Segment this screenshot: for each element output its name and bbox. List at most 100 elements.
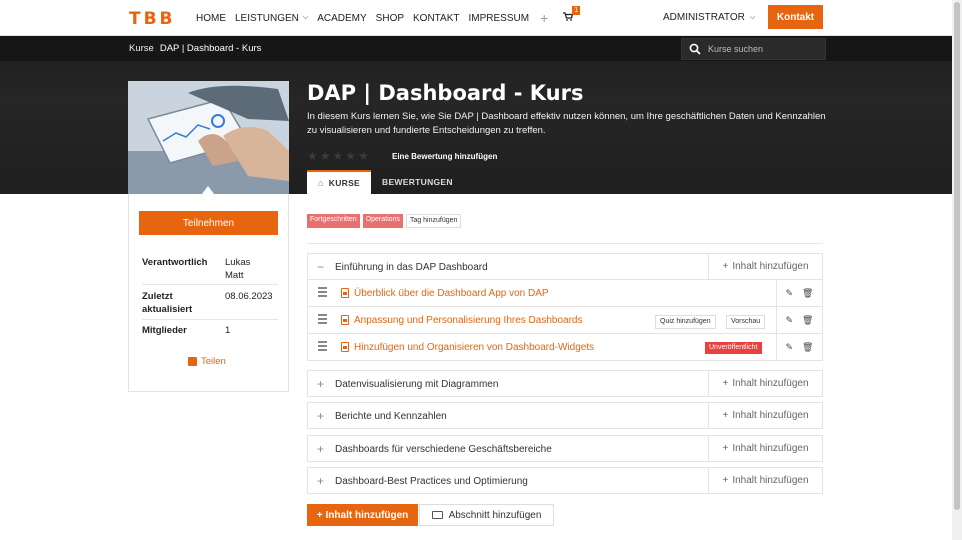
- file-icon: [341, 342, 349, 352]
- add-content-label: Inhalt hinzufügen: [732, 261, 809, 272]
- tab-kurse[interactable]: ⌂ KURSE: [307, 170, 372, 194]
- trash-icon[interactable]: 🗑: [802, 288, 813, 299]
- tab-bewertungen[interactable]: BEWERTUNGEN: [371, 170, 464, 194]
- section-row[interactable]: + Dashboards für verschiedene Geschäftsb…: [307, 435, 823, 462]
- add-tag-button[interactable]: Tag hinzufügen: [405, 214, 462, 228]
- lesson-title[interactable]: Hinzufügen und Organisieren von Dashboar…: [354, 342, 594, 353]
- add-content-button[interactable]: + Inhalt hinzufügen: [708, 371, 822, 396]
- tab-kurse-label: KURSE: [328, 178, 361, 188]
- expand-icon[interactable]: +: [317, 442, 324, 456]
- collapse-icon[interactable]: −: [317, 260, 324, 274]
- file-icon: [341, 288, 349, 298]
- section-row[interactable]: + Berichte und Kennzahlen + Inhalt hinzuf…: [307, 402, 823, 429]
- edit-icon[interactable]: ✎: [786, 315, 794, 326]
- add-quiz-button[interactable]: Quiz hinzufügen: [655, 315, 716, 329]
- preview-badge[interactable]: Vorschau: [726, 315, 766, 329]
- star-icon[interactable]: ★: [358, 149, 369, 163]
- plus-icon[interactable]: +: [540, 10, 548, 26]
- add-content-button[interactable]: + Inhalt hinzufügen: [708, 468, 822, 493]
- drag-handle-icon[interactable]: [318, 287, 327, 299]
- cart-count-badge: 1: [572, 6, 581, 15]
- expand-icon[interactable]: +: [317, 474, 324, 488]
- course-description: In diesem Kurs lernen Sie, wie Sie DAP |…: [307, 111, 826, 136]
- plus-icon: +: [722, 410, 729, 421]
- rating-stars[interactable]: ★ ★ ★ ★ ★: [307, 149, 369, 163]
- breadcrumb-bar: Kurse DAP | Dashboard - Kurs: [0, 36, 952, 61]
- meta-responsible: Verantwortlich Lukas Matt: [142, 256, 278, 282]
- add-rating-link[interactable]: Eine Bewertung hinzufügen: [392, 152, 497, 161]
- top-navbar: TBB HOME LEISTUNGEN ⌵ ACADEMY SHOP KONTAK…: [0, 0, 962, 36]
- add-content-button[interactable]: + Inhalt hinzufügen: [708, 254, 822, 279]
- star-icon[interactable]: ★: [333, 149, 344, 163]
- contact-button[interactable]: Kontakt: [768, 5, 823, 29]
- add-section-button[interactable]: Abschnitt hinzufügen: [419, 504, 554, 526]
- search-icon: [689, 43, 701, 55]
- nav-kontakt-label: KONTAKT: [413, 12, 460, 24]
- nav-impressum[interactable]: IMPRESSUM: [469, 13, 530, 24]
- meta-value: Lukas Matt: [225, 257, 251, 281]
- plus-icon: +: [722, 261, 729, 272]
- nav-home[interactable]: HOME: [196, 13, 226, 24]
- user-name: ADMINISTRATOR: [663, 12, 745, 23]
- star-icon[interactable]: ★: [320, 149, 331, 163]
- user-menu[interactable]: ADMINISTRATOR ⌵: [663, 12, 755, 23]
- section-row[interactable]: − Einführung in das DAP Dashboard + Inhal…: [307, 253, 823, 280]
- nav-shop[interactable]: SHOP: [376, 13, 404, 24]
- nav-academy[interactable]: ACADEMY: [317, 13, 366, 24]
- lesson-actions: ✎ 🗑: [776, 280, 822, 306]
- nav-leistungen[interactable]: LEISTUNGEN ⌵: [235, 13, 308, 24]
- file-icon: [341, 315, 349, 325]
- lesson-title[interactable]: Überblick über die Dashboard App von DAP: [354, 288, 549, 299]
- nav-kontakt[interactable]: KONTAKT: [413, 13, 459, 24]
- course-title: DAP | Dashboard - Kurs: [307, 81, 584, 105]
- plus-icon: +: [316, 509, 323, 521]
- edit-icon[interactable]: ✎: [786, 342, 794, 353]
- add-content-button[interactable]: + Inhalt hinzufügen: [708, 403, 822, 428]
- folder-icon: [431, 511, 443, 519]
- enroll-button[interactable]: Teilnehmen: [139, 211, 278, 235]
- expand-icon[interactable]: +: [317, 377, 324, 391]
- nav-impressum-label: IMPRESSUM: [468, 12, 530, 24]
- add-content-button[interactable]: + Inhalt hinzufügen: [708, 436, 822, 461]
- tag-badge[interactable]: Fortgeschritten: [307, 214, 360, 228]
- add-content-label: Inhalt hinzufügen: [732, 443, 809, 454]
- add-content-label: Inhalt hinzufügen: [732, 475, 809, 486]
- meta-key: Zuletzt aktualisiert: [142, 291, 193, 315]
- section-row[interactable]: + Datenvisualisierung mit Diagrammen + In…: [307, 370, 823, 397]
- lesson-row[interactable]: Anpassung und Personalisierung Ihres Das…: [307, 307, 823, 334]
- star-icon[interactable]: ★: [345, 149, 356, 163]
- main-menu: HOME LEISTUNGEN ⌵ ACADEMY SHOP KONTAKT IM…: [196, 0, 581, 36]
- lesson-title[interactable]: Anpassung und Personalisierung Ihres Das…: [354, 315, 582, 326]
- expand-icon[interactable]: +: [317, 409, 324, 423]
- meta-updated: Zuletzt aktualisiert 08.06.2023: [142, 290, 278, 316]
- cart-button[interactable]: 1: [563, 6, 581, 24]
- drag-handle-icon[interactable]: [318, 314, 327, 326]
- section-row[interactable]: + Dashboard-Best Practices und Optimieru…: [307, 467, 823, 494]
- add-content-button-primary[interactable]: + Inhalt hinzufügen: [307, 504, 418, 526]
- scrollbar-thumb[interactable]: [954, 2, 960, 510]
- nav-home-label: HOME: [196, 12, 226, 24]
- tag-badge[interactable]: Operations: [362, 214, 403, 228]
- edit-icon[interactable]: ✎: [786, 288, 794, 299]
- lesson-row[interactable]: Überblick über die Dashboard App von DAP…: [307, 280, 823, 307]
- meta-members: Mitglieder 1: [142, 324, 278, 337]
- share-icon: [188, 357, 197, 366]
- drag-handle-icon[interactable]: [318, 341, 327, 353]
- nav-shop-label: SHOP: [375, 12, 405, 24]
- meta-key: Verantwortlich: [142, 257, 208, 268]
- chevron-down-icon: ⌵: [302, 14, 309, 21]
- logo[interactable]: TBB: [129, 9, 176, 29]
- star-icon[interactable]: ★: [307, 149, 318, 163]
- nav-leistungen-label: LEISTUNGEN: [235, 12, 299, 24]
- lesson-row[interactable]: Hinzufügen und Organisieren von Dashboar…: [307, 334, 823, 361]
- plus-icon: +: [722, 378, 729, 389]
- divider: [307, 243, 823, 244]
- course-tags: Fortgeschritten Operations Tag hinzufüge…: [307, 214, 462, 228]
- section-title: Dashboard-Best Practices und Optimierung: [335, 476, 528, 487]
- trash-icon[interactable]: 🗑: [802, 315, 813, 326]
- section-title: Berichte und Kennzahlen: [335, 411, 447, 422]
- breadcrumb-root[interactable]: Kurse: [129, 43, 154, 54]
- trash-icon[interactable]: 🗑: [802, 342, 813, 353]
- search-input[interactable]: [708, 44, 818, 54]
- share-button[interactable]: Teilen: [188, 356, 226, 367]
